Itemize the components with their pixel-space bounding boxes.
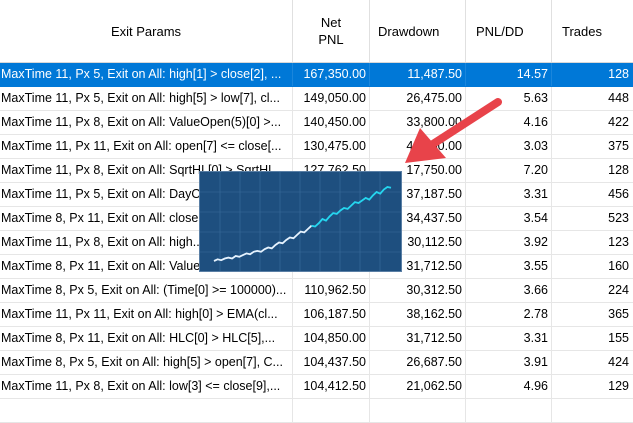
cell-pnl-dd: 3.54 <box>466 207 552 230</box>
table-row[interactable]: MaxTime 8, Px 5, Exit on All: high[5] > … <box>0 351 633 375</box>
cell-pnl-dd: 7.20 <box>466 159 552 182</box>
cell-net-pnl: 110,962.50 <box>293 279 370 302</box>
cell-net-pnl: 130,475.00 <box>293 135 370 158</box>
table-row[interactable] <box>0 399 633 423</box>
cell-pnl-dd: 4.16 <box>466 111 552 134</box>
header-exit-params[interactable]: Exit Params <box>0 0 293 62</box>
cell-drawdown: 26,687.50 <box>370 351 466 374</box>
cell-net-pnl: 167,350.00 <box>293 63 370 86</box>
grid-header: Exit Params Net PNL Drawdown PNL/DD Trad… <box>0 0 633 63</box>
cell-exit-params: MaxTime 11, Px 11, Exit on All: open[7] … <box>0 135 293 158</box>
cell-trades: 128 <box>608 67 629 81</box>
table-row[interactable]: MaxTime 11, Px 8, Exit on All: low[3] <=… <box>0 375 633 399</box>
cell-drawdown <box>370 399 466 422</box>
cell-net-pnl: 104,412.50 <box>293 375 370 398</box>
header-exit-params-label: Exit Params <box>110 23 182 39</box>
cell-exit-params: MaxTime 11, Px 8, Exit on All: low[3] <=… <box>0 375 293 398</box>
cell-pnl-dd: 3.92 <box>466 231 552 254</box>
header-trades-label: Trades <box>562 23 602 39</box>
cell-trades <box>552 399 633 422</box>
table-row[interactable]: MaxTime 11, Px 5, Exit on All: high[5] >… <box>0 87 633 111</box>
cell-trades: 375 <box>608 139 629 153</box>
cell-pnl-dd: 3.31 <box>466 327 552 350</box>
cell-exit-params: MaxTime 11, Px 5, Exit on All: high[1] >… <box>0 63 293 86</box>
cell-trades: 128 <box>608 163 629 177</box>
cell-net-pnl: 104,850.00 <box>293 327 370 350</box>
cell-pnl-dd <box>466 399 552 422</box>
cell-trades: 155 <box>608 331 629 345</box>
cell-trades: 424 <box>608 355 629 369</box>
cell-drawdown: 11,487.50 <box>370 63 466 86</box>
header-pnl-dd[interactable]: PNL/DD <box>466 0 552 62</box>
cell-net-pnl: 106,187.50 <box>293 303 370 326</box>
header-trades[interactable]: Trades <box>552 0 633 62</box>
cell-pnl-dd: 2.78 <box>466 303 552 326</box>
cell-trades: 523 <box>608 211 629 225</box>
cell-drawdown: 33,800.00 <box>370 111 466 134</box>
cell-drawdown: 31,712.50 <box>370 327 466 350</box>
header-net-pnl-label: Net PNL <box>318 15 344 47</box>
table-row[interactable]: MaxTime 8, Px 5, Exit on All: (Time[0] >… <box>0 279 633 303</box>
cell-net-pnl: 140,450.00 <box>293 111 370 134</box>
cell-pnl-dd: 3.91 <box>466 351 552 374</box>
equity-curve-thumbnail <box>200 172 401 271</box>
table-row[interactable]: MaxTime 11, Px 11, Exit on All: open[7] … <box>0 135 633 159</box>
cell-exit-params: MaxTime 11, Px 8, Exit on All: ValueOpen… <box>0 111 293 134</box>
thumbnail-background <box>200 172 401 271</box>
cell-exit-params: MaxTime 8, Px 11, Exit on All: HLC[0] > … <box>0 327 293 350</box>
header-net-pnl[interactable]: Net PNL <box>293 0 370 62</box>
header-pnl-dd-label: PNL/DD <box>476 23 524 39</box>
cell-pnl-dd: 3.03 <box>466 135 552 158</box>
cell-exit-params: MaxTime 8, Px 5, Exit on All: (Time[0] >… <box>0 279 293 302</box>
cell-net-pnl <box>293 399 370 422</box>
table-row[interactable]: MaxTime 11, Px 11, Exit on All: high[0] … <box>0 303 633 327</box>
header-drawdown-label: Drawdown <box>378 23 440 39</box>
cell-trades: 160 <box>608 259 629 273</box>
cell-drawdown: 30,312.50 <box>370 279 466 302</box>
cell-trades: 448 <box>608 91 629 105</box>
cell-pnl-dd: 3.31 <box>466 183 552 206</box>
cell-trades: 129 <box>608 379 629 393</box>
cell-trades: 365 <box>608 307 629 321</box>
cell-trades: 123 <box>608 235 629 249</box>
results-grid[interactable]: Exit Params Net PNL Drawdown PNL/DD Trad… <box>0 0 633 423</box>
header-drawdown[interactable]: Drawdown <box>370 0 466 62</box>
cell-exit-params: MaxTime 11, Px 5, Exit on All: high[5] >… <box>0 87 293 110</box>
cell-drawdown: 26,475.00 <box>370 87 466 110</box>
cell-exit-params: MaxTime 8, Px 5, Exit on All: high[5] > … <box>0 351 293 374</box>
cell-pnl-dd: 4.96 <box>466 375 552 398</box>
table-row[interactable]: MaxTime 8, Px 11, Exit on All: HLC[0] > … <box>0 327 633 351</box>
cell-drawdown: 21,062.50 <box>370 375 466 398</box>
cell-pnl-dd: 3.55 <box>466 255 552 278</box>
cell-exit-params: MaxTime 11, Px 11, Exit on All: high[0] … <box>0 303 293 326</box>
cell-pnl-dd: 3.66 <box>466 279 552 302</box>
table-row[interactable]: MaxTime 11, Px 5, Exit on All: high[1] >… <box>0 63 633 87</box>
cell-trades: 422 <box>608 115 629 129</box>
cell-drawdown: 38,162.50 <box>370 303 466 326</box>
cell-drawdown: 43,050.00 <box>370 135 466 158</box>
table-row[interactable]: MaxTime 11, Px 8, Exit on All: ValueOpen… <box>0 111 633 135</box>
cell-pnl-dd: 5.63 <box>466 87 552 110</box>
cell-exit-params <box>0 399 293 422</box>
cell-trades: 456 <box>608 187 629 201</box>
cell-net-pnl: 104,437.50 <box>293 351 370 374</box>
cell-pnl-dd: 14.57 <box>466 63 552 86</box>
cell-net-pnl: 149,050.00 <box>293 87 370 110</box>
cell-trades: 224 <box>608 283 629 297</box>
